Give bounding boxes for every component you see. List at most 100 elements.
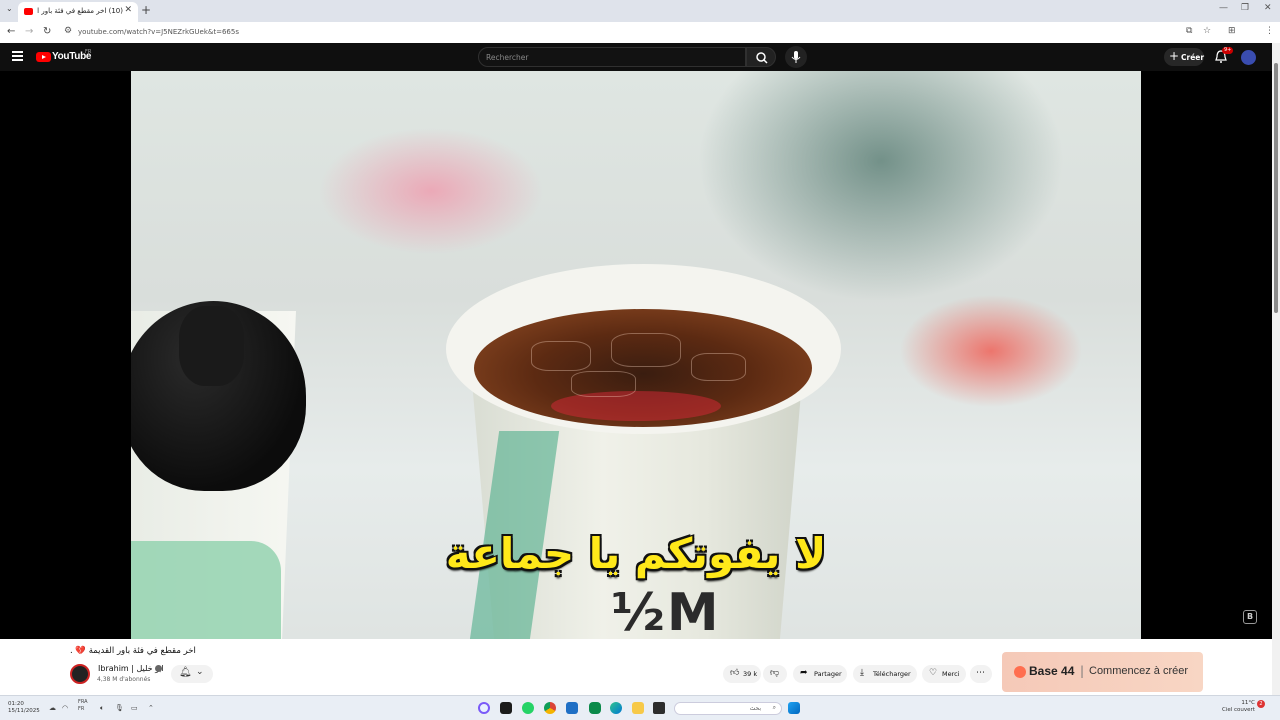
install-app-icon[interactable]: ⧉ [1186, 26, 1192, 36]
heart-dollar-icon: ♡ [929, 668, 938, 678]
chevron-down-icon: ⌄ [196, 667, 204, 677]
cloud-icon[interactable]: ☁ [49, 704, 56, 712]
close-window-button[interactable]: ✕ [1264, 3, 1272, 13]
minimize-button[interactable]: — [1219, 3, 1228, 13]
cup-lid-tab [179, 306, 244, 386]
file-explorer-icon[interactable] [632, 702, 644, 714]
taskbar-search[interactable]: بحث ⌕ [674, 702, 782, 715]
keyboard-layout: FR [78, 706, 85, 712]
extensions-icon[interactable]: ⊞ [1228, 26, 1236, 36]
whatsapp-icon[interactable] [522, 702, 534, 714]
video-frame[interactable]: ½M لا يفوتكم يا جماعة [131, 71, 1141, 639]
reload-icon[interactable]: ↻ [43, 26, 51, 37]
plus-icon: + [1169, 49, 1180, 63]
browser-tab-title: (10) اخر مقطع في فئة باور القديمة 💔 - Yo… [37, 7, 123, 15]
video-info: اخر مقطع في فئة باور القديمة 💔 . Ibrahim… [0, 639, 1272, 695]
like-count: 39 k [743, 670, 758, 678]
show-hidden-icons-icon[interactable]: ⌃ [148, 704, 154, 712]
weather-widget[interactable]: 11°C Ciel couvert [1222, 700, 1255, 714]
thanks-label: Merci [942, 670, 960, 678]
ice-cube [691, 353, 746, 381]
like-button[interactable]: 👍︎ 39 k [723, 665, 761, 683]
more-actions-button[interactable]: ⋯ [970, 665, 992, 683]
youtube-logo-icon[interactable] [36, 52, 51, 62]
dislike-button[interactable]: 👎︎ [763, 665, 787, 683]
maximize-button[interactable]: ❐ [1241, 3, 1249, 13]
new-tab-button[interactable]: + [141, 3, 151, 17]
browser-tab-active[interactable]: (10) اخر مقطع في فئة باور القديمة 💔 - Yo… [18, 2, 138, 22]
create-button[interactable]: + Créer [1164, 48, 1204, 66]
wifi-icon[interactable]: ◠ [62, 704, 68, 712]
video-subtitle: لا يفوتكم يا جماعة [445, 529, 827, 578]
search-icon [756, 52, 768, 64]
more-dots-icon: ⋯ [976, 668, 985, 678]
windows-start-icon[interactable] [788, 702, 800, 714]
page-scrollbar[interactable] [1272, 43, 1280, 695]
youtube-favicon-icon [24, 8, 33, 15]
youtube-header: YouTube FR Rechercher + Créer 9+ [0, 43, 1272, 71]
download-icon: ⤓ [860, 668, 864, 678]
microphone-tray-icon[interactable]: 🎙︎ [115, 704, 124, 712]
edge-icon[interactable] [610, 702, 622, 714]
xbox-icon[interactable] [589, 702, 601, 714]
clock[interactable]: 01:20 15/11/2025 [8, 701, 40, 715]
thanks-button[interactable]: ♡ Merci [922, 665, 966, 683]
taskbar-search-placeholder: بحث [749, 705, 761, 712]
download-button[interactable]: ⤓ Télécharger [853, 665, 917, 683]
site-info-icon[interactable]: ⚙ [64, 26, 72, 36]
clock-date: 15/11/2025 [8, 708, 40, 714]
forward-arrow-icon[interactable]: → [25, 26, 33, 37]
ice-cube [531, 341, 591, 371]
base44-logo-icon [1014, 666, 1026, 678]
language-code: FRA [78, 699, 88, 705]
coffee-reflection [551, 391, 721, 421]
video-title: اخر مقطع في فئة باور القديمة 💔 . [70, 646, 196, 656]
weather-condition: Ciel couvert [1222, 707, 1255, 713]
os-taskbar: 01:20 15/11/2025 ☁ ◠ FRA FR 🔈︎ 🎙︎ ▭ ⌃ بح… [0, 695, 1280, 720]
copilot-icon[interactable] [478, 702, 490, 714]
ad-banner[interactable]: Base 44 | Commencez à créer [1002, 652, 1203, 692]
notification-count-badge: 9+ [1222, 47, 1234, 54]
background-cup-band [131, 541, 281, 639]
channel-name[interactable]: Ibrahim | ابو خليل [98, 664, 164, 673]
menu-hamburger-icon[interactable] [12, 51, 23, 61]
verified-badge-icon [155, 665, 162, 672]
close-tab-icon[interactable]: ✕ [124, 5, 132, 15]
back-arrow-icon[interactable]: ← [7, 26, 15, 37]
voice-search-button[interactable] [785, 46, 807, 68]
account-avatar[interactable] [1241, 50, 1256, 65]
search-placeholder: Rechercher [486, 53, 529, 62]
search-button[interactable] [746, 47, 776, 67]
terminal-icon[interactable] [500, 702, 512, 714]
notification-center-badge[interactable]: 2 [1257, 700, 1265, 708]
video-player[interactable]: ½M لا يفوتكم يا جماعة B [0, 71, 1272, 639]
bell-icon: 🔔︎ [179, 667, 192, 678]
subscription-bell-button[interactable]: 🔔︎ ⌄ [171, 665, 213, 683]
share-button[interactable]: ➦ Partager [793, 665, 847, 683]
channel-avatar[interactable] [70, 664, 90, 684]
chrome-icon[interactable] [544, 702, 556, 714]
battery-icon[interactable]: ▭ [131, 704, 138, 712]
ad-cta: Commencez à créer [1089, 665, 1189, 677]
speaker-icon[interactable]: 🔈︎ [100, 704, 104, 713]
calculator-icon[interactable] [653, 702, 665, 714]
search-input[interactable]: Rechercher [478, 47, 746, 67]
ad-separator: | [1080, 664, 1085, 678]
ad-brand: Base 44 [1029, 664, 1075, 678]
browser-toolbar: ← → ↻ ⚙ youtube.com/watch?v=J5NEZrkGUek&… [0, 22, 1280, 59]
thumbs-up-icon: 👍︎ [730, 668, 740, 678]
subscriber-count: 4,38 M d'abonnés [97, 676, 151, 683]
language-indicator[interactable]: FRA FR [78, 699, 88, 713]
ice-cube [611, 333, 681, 367]
tab-list-icon[interactable]: ⌄ [6, 4, 13, 13]
address-bar[interactable]: ⚙ youtube.com/watch?v=J5NEZrkGUek&t=665s [60, 25, 1170, 40]
taskbar-search-icon: ⌕ [772, 704, 776, 711]
browser-menu-icon[interactable]: ⋮ [1265, 26, 1274, 36]
channel-watermark[interactable]: B [1243, 610, 1257, 624]
bookmark-star-icon[interactable]: ☆ [1203, 26, 1211, 36]
country-code: FR [85, 49, 92, 55]
thumbs-down-icon: 👎︎ [770, 668, 780, 678]
browser-tab-strip: ⌄ (10) اخر مقطع في فئة باور القديمة 💔 - … [0, 0, 1280, 22]
scrollbar-thumb[interactable] [1274, 63, 1278, 313]
store-icon[interactable] [566, 702, 578, 714]
